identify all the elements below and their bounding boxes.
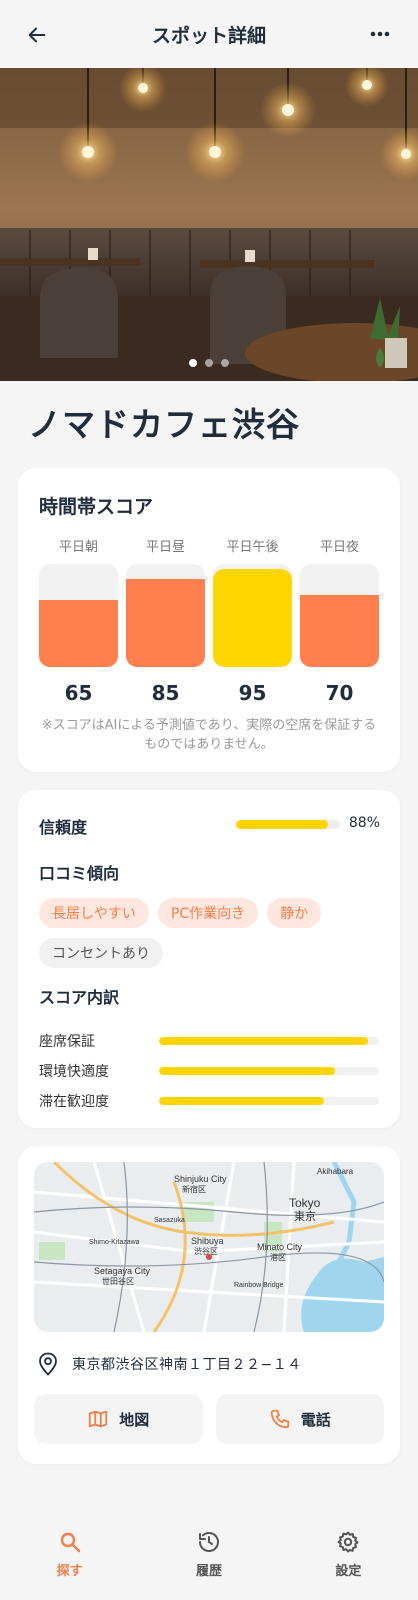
time-slot: 平日朝 65 [39,536,118,705]
time-slot-score: 85 [151,681,180,705]
time-slot-score: 65 [64,681,93,705]
svg-text:Tokyo: Tokyo [289,1196,321,1210]
carousel-dot[interactable] [189,359,197,367]
back-arrow-icon[interactable] [26,24,48,46]
breakdown-bar-fill [159,1067,335,1075]
spot-name: ノマドカフェ渋谷 [28,405,300,444]
review-tag: コンセントあり [39,938,163,968]
time-score-title: 時間帯スコア [39,496,154,518]
time-slot: 平日夜 70 [300,536,379,705]
page-title: スポット詳細 [151,24,266,47]
tab-history-label: 履歴 [195,1564,222,1579]
carousel-dot[interactable] [221,359,229,367]
svg-text:Setagaya City: Setagaya City [94,1266,151,1276]
time-slot-bar [213,564,292,667]
location-map[interactable]: Shinjuku City 新宿区 Tokyo 東京 Shibuya 渋谷区 Mina… [34,1162,384,1332]
app-header: スポット詳細 [0,0,418,68]
bottom-tab-bar: 探す 履歴 設定 [0,1520,418,1600]
time-slot: 平日昼 85 [126,536,205,705]
breakdown-bar-fill [159,1097,324,1105]
breakdown-row: 環境快適度 [39,1056,379,1086]
svg-text:新宿区: 新宿区 [182,1184,206,1194]
map-icon [89,1410,108,1428]
score-breakdown: 座席保証環境快適度滞在歓迎度 [39,1026,379,1116]
time-slot-bar-fill [300,594,379,667]
location-card: Shinjuku City 新宿区 Tokyo 東京 Shibuya 渋谷区 Mina… [18,1146,400,1464]
time-slot: 平日午後 95 [213,536,292,705]
svg-text:Shimo-Kitazawa: Shimo-Kitazawa [89,1239,140,1246]
review-tag: 長居しやすい [39,898,149,928]
disclaimer-text: ※スコアはAIによる予測値であり、実際の空席を保証するものではありません。 [41,718,377,752]
tab-settings[interactable]: 設定 [279,1520,418,1600]
time-slot-bar-fill [126,579,205,667]
breakdown-bar-fill [159,1037,368,1045]
time-slot-score: 70 [325,681,354,705]
time-slot-label: 平日朝 [58,540,98,555]
phone-button[interactable]: 電話 [215,1394,384,1444]
svg-text:Rainbow Bridge: Rainbow Bridge [234,1282,284,1289]
time-slot-bar [300,564,379,667]
more-options-icon[interactable] [370,28,390,40]
breakdown-row: 滞在歓迎度 [39,1086,379,1116]
carousel-dots [0,359,418,367]
phone-icon [270,1409,289,1429]
time-slot-bar [39,564,118,667]
breakdown-bar [159,1037,379,1045]
svg-text:Shinjuku City: Shinjuku City [174,1174,227,1184]
time-slot-bar [126,564,205,667]
time-slot-bar-fill [213,569,292,667]
gear-icon [337,1531,359,1553]
cafe-interior-image [0,68,418,381]
svg-text:Shibuya: Shibuya [191,1236,224,1246]
trust-progress-fill [236,820,328,829]
breakdown-row: 座席保証 [39,1026,379,1056]
breakdown-bar [159,1067,379,1075]
phone-button-label: 電話 [300,1410,331,1429]
history-icon [198,1532,219,1552]
trust-progress-bar [236,820,340,829]
score-detail-card: 信頼度 88% 口コミ傾向 長居しやすい PC作業向き 静かコンセントあり スコア内… [18,790,400,1128]
location-pin-icon [39,1352,57,1376]
time-slot-label: 平日夜 [319,540,359,555]
tab-search[interactable]: 探す [0,1520,139,1600]
time-score-slots: 平日朝 65 平日昼 85 平日午後 95 平日夜 70 [39,536,379,705]
time-score-card: 時間帯スコア 平日朝 65 平日昼 85 平日午後 95 平日夜 70 ※スコアはAIによる予… [18,468,400,772]
review-tags: 長居しやすい PC作業向き 静かコンセントあり [39,898,379,968]
svg-text:渋谷区: 渋谷区 [194,1246,218,1256]
location-actions: 地図 電話 [34,1394,384,1444]
svg-text:東京: 東京 [294,1209,316,1223]
breakdown-bar [159,1097,379,1105]
map-button-label: 地図 [119,1410,150,1429]
tab-settings-label: 設定 [335,1564,362,1579]
map-button[interactable]: 地図 [34,1394,203,1444]
spot-photo-carousel[interactable] [0,68,418,381]
reviews-title: 口コミ傾向 [39,864,120,883]
time-slot-label: 平日昼 [145,540,185,555]
tab-search-label: 探す [56,1564,83,1579]
review-tag: 静か [267,898,322,928]
svg-text:Minato City: Minato City [257,1242,303,1252]
svg-text:世田谷区: 世田谷区 [102,1276,134,1286]
address-text: 東京都渋谷区神南１丁目２２−１４ [72,1357,302,1373]
review-tag: PC作業向き [157,898,259,928]
time-slot-label: 平日午後 [226,540,279,555]
breakdown-label: 滞在歓迎度 [39,1094,109,1110]
search-icon [60,1532,80,1553]
svg-text:Sasazuka: Sasazuka [154,1217,185,1224]
carousel-dot[interactable] [205,359,213,367]
svg-text:Akihabara: Akihabara [317,1167,354,1176]
address-row: 東京都渋谷区神南１丁目２２−１４ [38,1352,302,1376]
breakdown-label: 座席保証 [39,1034,95,1050]
time-slot-bar-fill [39,600,118,667]
breakdown-label: 環境快適度 [39,1064,109,1080]
time-slot-score: 95 [238,681,267,705]
tab-history[interactable]: 履歴 [139,1520,278,1600]
trust-value: 88% [348,815,380,831]
map-image: Shinjuku City新宿区 Tokyo東京 Shibuya渋谷区 Mina… [34,1162,384,1332]
breakdown-title: スコア内訳 [39,988,120,1007]
trust-label: 信頼度 [39,818,88,837]
svg-text:港区: 港区 [270,1252,286,1262]
